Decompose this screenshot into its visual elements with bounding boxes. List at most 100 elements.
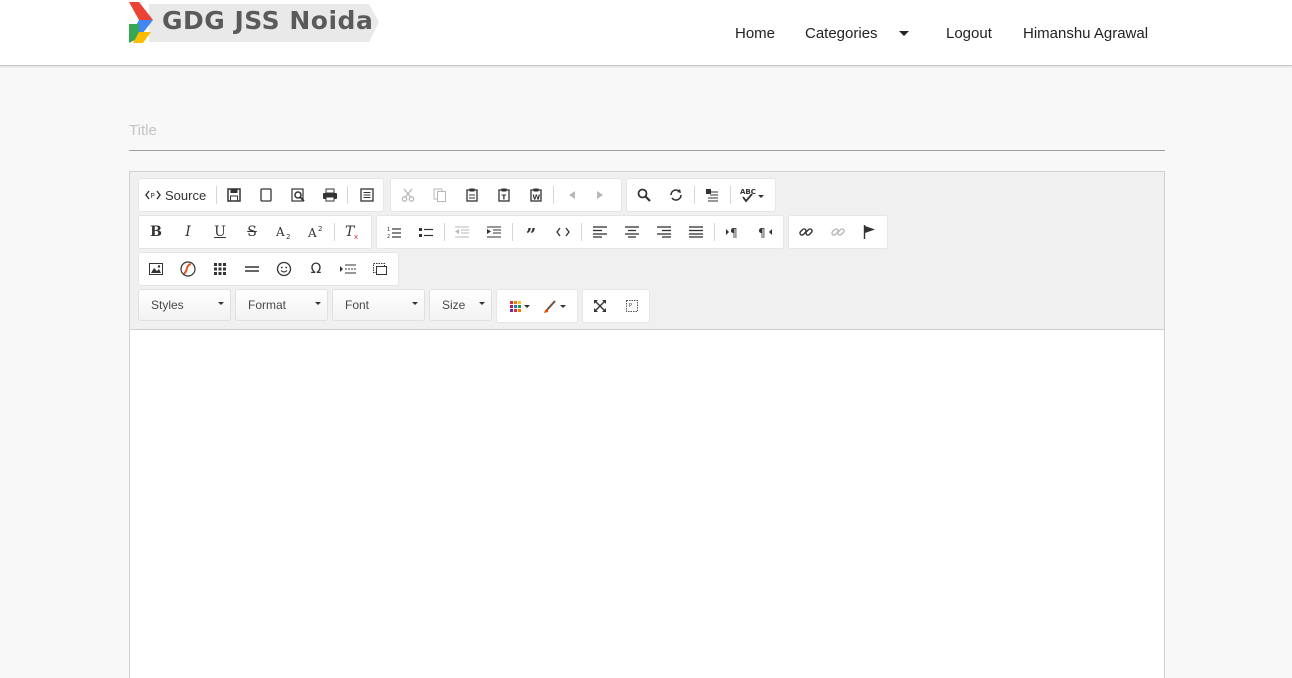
flash-icon — [180, 261, 196, 277]
title-input[interactable] — [129, 110, 1165, 151]
print-button[interactable] — [317, 182, 343, 208]
outdent-button[interactable] — [449, 219, 475, 245]
copy-button[interactable] — [427, 182, 453, 208]
new-page-button[interactable] — [253, 182, 279, 208]
nav-categories-label: Categories — [805, 24, 878, 42]
spellcheck-button[interactable]: ABC — [735, 182, 769, 208]
print-icon — [323, 188, 337, 202]
anchor-button[interactable] — [856, 219, 882, 245]
select-all-icon — [706, 189, 718, 202]
remove-format-button[interactable]: Tx — [340, 219, 366, 245]
nav-logout[interactable]: Logout — [946, 0, 992, 66]
page-break-button[interactable] — [335, 256, 361, 282]
bold-button[interactable]: B — [143, 219, 169, 245]
smiley-button[interactable] — [271, 256, 297, 282]
bold-icon: B — [150, 224, 162, 240]
blockquote-button[interactable]: ” — [518, 219, 544, 245]
font-dropdown[interactable]: Font — [333, 290, 424, 320]
align-left-button[interactable] — [587, 219, 613, 245]
format-combo: Format — [248, 290, 327, 320]
toolbar-separator — [444, 223, 445, 241]
chevron-down-icon — [412, 302, 418, 305]
templates-button[interactable] — [354, 182, 380, 208]
save-button[interactable] — [221, 182, 247, 208]
size-dropdown[interactable]: Size — [430, 290, 491, 320]
find-button[interactable] — [631, 182, 657, 208]
nav-home-label: Home — [735, 24, 776, 42]
brand-name: GDG JSS Noida — [162, 6, 374, 35]
maximize-button[interactable] — [587, 293, 613, 319]
bg-color-button[interactable] — [539, 293, 571, 319]
remove-format-icon: Tx — [345, 224, 358, 240]
link-button[interactable] — [793, 219, 819, 245]
svg-text:2: 2 — [286, 233, 290, 239]
maximize-icon — [594, 300, 606, 312]
numbered-list-button[interactable]: 12 — [381, 219, 407, 245]
nav-user[interactable]: Himanshu Agrawal — [1023, 0, 1148, 66]
text-color-icon — [510, 301, 530, 312]
subscript-button[interactable]: A2 — [271, 219, 297, 245]
svg-text:T: T — [502, 194, 507, 202]
justify-button[interactable] — [683, 219, 709, 245]
chevron-down-icon — [898, 30, 909, 36]
special-char-button[interactable]: Ω — [303, 256, 329, 282]
font-label: Font — [345, 298, 370, 312]
rtl-button[interactable]: ¶ — [752, 219, 778, 245]
superscript-button[interactable]: A2 — [303, 219, 329, 245]
show-blocks-button[interactable]: P — [619, 293, 645, 319]
paste-button[interactable] — [459, 182, 485, 208]
editor-toolbar: P Source T W ABC B I U S A 2 A 2 T x 1 2… — [130, 172, 1164, 330]
source-button[interactable]: P Source — [145, 182, 215, 208]
bulleted-list-button[interactable] — [413, 219, 439, 245]
paste-word-icon: W — [530, 188, 542, 202]
brand-logo[interactable]: GDG JSS Noida — [129, 2, 379, 43]
redo-button[interactable] — [587, 182, 613, 208]
iframe-button[interactable] — [367, 256, 393, 282]
preview-button[interactable] — [285, 182, 311, 208]
cut-button[interactable] — [395, 182, 421, 208]
underline-button[interactable]: U — [207, 219, 233, 245]
svg-text:2: 2 — [387, 234, 390, 239]
editor-content-area[interactable] — [130, 330, 1164, 678]
unlink-button[interactable] — [825, 219, 851, 245]
svg-text:¶: ¶ — [758, 226, 766, 238]
select-all-button[interactable] — [699, 182, 725, 208]
iframe-icon — [373, 263, 387, 275]
italic-button[interactable]: I — [175, 219, 201, 245]
align-center-button[interactable] — [619, 219, 645, 245]
undo-button[interactable] — [559, 182, 585, 208]
underline-icon: U — [214, 224, 226, 240]
paste-text-button[interactable]: T — [491, 182, 517, 208]
replace-icon — [670, 189, 682, 201]
numbered-list-icon: 12 — [387, 227, 401, 239]
cut-icon — [401, 188, 415, 202]
ltr-button[interactable]: ¶ — [720, 219, 746, 245]
toolbar-group-editing: ABC — [627, 179, 775, 211]
bulleted-list-icon — [419, 228, 433, 237]
indent-button[interactable] — [481, 219, 507, 245]
paste-word-button[interactable]: W — [523, 182, 549, 208]
superscript-icon: A2 — [308, 225, 322, 239]
copy-icon — [433, 188, 446, 202]
nav-home[interactable]: Home — [735, 0, 775, 66]
find-icon — [637, 188, 651, 202]
image-button[interactable] — [143, 256, 169, 282]
code-button[interactable] — [550, 219, 576, 245]
svg-text:P: P — [151, 192, 155, 200]
nav-categories[interactable]: Categories — [805, 0, 909, 66]
styles-dropdown[interactable]: Styles — [139, 290, 230, 320]
replace-button[interactable] — [663, 182, 689, 208]
strike-button[interactable]: S — [239, 219, 265, 245]
align-right-button[interactable] — [651, 219, 677, 245]
anchor-icon — [863, 225, 875, 239]
text-color-button[interactable] — [503, 293, 535, 319]
align-left-icon — [593, 226, 607, 238]
toolbar-separator — [512, 223, 513, 241]
horizontal-line-button[interactable] — [239, 256, 265, 282]
format-dropdown[interactable]: Format — [236, 290, 327, 320]
flash-button[interactable] — [175, 256, 201, 282]
toolbar-group-colors — [497, 290, 577, 322]
toolbar-group-insert: Ω — [139, 253, 398, 285]
table-button[interactable] — [207, 256, 233, 282]
toolbar-group-basic-styles: B I U S A2 A2 Tx — [139, 216, 371, 248]
